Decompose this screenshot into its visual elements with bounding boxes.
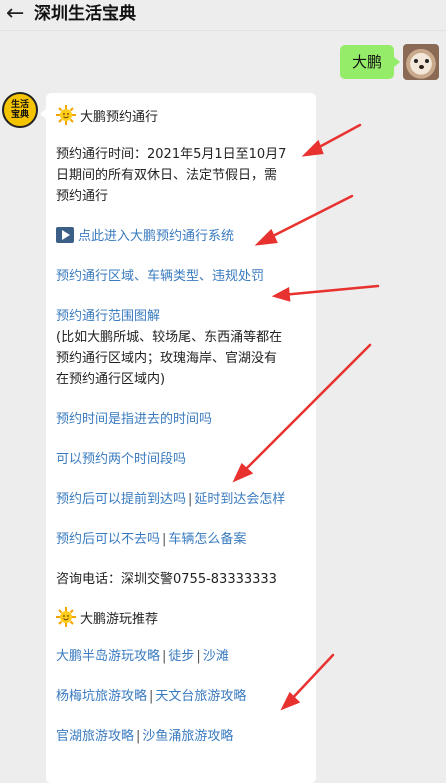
intro-text: 预约通行时间：2021年5月1日至10月7 日期间的所有双休日、法定节假日，需 … — [56, 147, 287, 204]
section-title-travel: 大鹏游玩推荐 — [56, 607, 306, 627]
sun-emoji-icon — [56, 607, 76, 627]
travel-link-peninsula[interactable]: 大鹏半岛游玩攻略 — [56, 649, 160, 664]
faq-link-late-arrival[interactable]: 延时到达会怎样 — [194, 492, 285, 507]
avatar-eye — [425, 59, 429, 63]
sun-emoji-icon — [56, 105, 76, 125]
faq-link-cancel[interactable]: 预约后可以不去吗 — [56, 532, 160, 547]
faq-row-cancel: 预约后可以不去吗 | 车辆怎么备案 — [56, 532, 247, 547]
faq-row-arrival: 预约后可以提前到达吗 | 延时到达会怎样 — [56, 492, 286, 507]
avatar-eye — [414, 59, 418, 63]
travel-link-beach[interactable]: 沙滩 — [203, 649, 229, 664]
back-arrow-icon[interactable]: ← — [6, 2, 24, 26]
top-bar: ← 深圳生活宝典 — [0, 0, 446, 31]
section-title-text: 大鹏游玩推荐 — [80, 611, 159, 627]
travel-link-yangmeikeng[interactable]: 杨梅坑旅游攻略 — [56, 689, 147, 704]
user-avatar[interactable] — [403, 44, 439, 80]
travel-link-guanhu[interactable]: 官湖旅游攻略 — [56, 729, 134, 744]
contact-phone: 咨询电话：深圳交警0755-83333333 — [56, 572, 277, 587]
reservation-system-link[interactable]: 点此进入大鹏预约通行系统 — [56, 226, 306, 247]
travel-link-hiking[interactable]: 徒步 — [168, 649, 194, 664]
chat-title: 深圳生活宝典 — [34, 4, 136, 24]
bot-avatar[interactable]: 生活 宝典 — [2, 92, 38, 128]
travel-row-1: 大鹏半岛游玩攻略 | 徒步 | 沙滩 — [56, 649, 229, 664]
faq-link-early-arrival[interactable]: 预约后可以提前到达吗 — [56, 492, 186, 507]
travel-row-3: 官湖旅游攻略 | 沙鱼涌旅游攻略 — [56, 729, 234, 744]
section-title-text: 大鹏预约通行 — [80, 109, 159, 125]
bot-avatar-logo: 生活 宝典 — [10, 100, 29, 120]
travel-link-shayuchong[interactable]: 沙鱼涌旅游攻略 — [142, 729, 233, 744]
faq-link-vehicle-register[interactable]: 车辆怎么备案 — [168, 532, 246, 547]
area-note: (比如大鹏所城、较场尾、东西涌等都在 预约通行区域内；玫瑰海岸、官湖没有 在预约… — [56, 330, 283, 387]
faq-link-two-slots[interactable]: 可以预约两个时间段吗 — [56, 449, 306, 470]
travel-row-2: 杨梅坑旅游攻略 | 天文台旅游攻略 — [56, 689, 247, 704]
avatar-nose — [419, 65, 424, 69]
bot-reply-bubble: 大鹏预约通行 预约通行时间：2021年5月1日至10月7 日期间的所有双休日、法… — [40, 93, 316, 783]
map-link[interactable]: 预约通行范围图解 — [56, 306, 306, 327]
play-button-icon — [56, 227, 74, 243]
user-message-bubble: 大鹏 — [339, 45, 401, 79]
annotation-arrow — [308, 123, 362, 154]
section-title-reservation: 大鹏预约通行 — [56, 105, 306, 125]
travel-link-observatory[interactable]: 天文台旅游攻略 — [155, 689, 246, 704]
faq-link-entry-time[interactable]: 预约时间是指进去的时间吗 — [56, 409, 306, 430]
rules-link[interactable]: 预约通行区域、车辆类型、违规处罚 — [56, 266, 306, 287]
